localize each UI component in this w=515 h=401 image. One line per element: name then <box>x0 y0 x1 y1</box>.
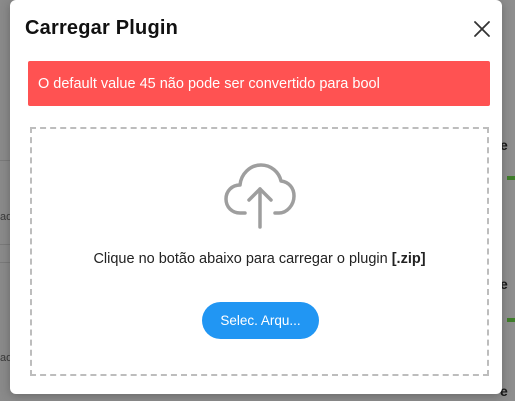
dropzone-instruction: Clique no botão abaixo para carregar o p… <box>32 251 487 267</box>
close-button[interactable] <box>472 19 492 39</box>
background-text-fragment: ad <box>0 211 10 223</box>
dropzone-instruction-text: Clique no botão abaixo para carregar o p… <box>93 251 388 267</box>
background-text-fragment: e <box>500 137 508 153</box>
select-file-button[interactable]: Selec. Arqu... <box>202 302 319 339</box>
file-extension-label: [.zip] <box>391 251 426 267</box>
cloud-upload-icon <box>224 163 296 229</box>
error-alert-message: O default value 45 não pode ser converti… <box>38 75 380 92</box>
background-left-edge <box>0 0 10 401</box>
modal-title: Carregar Plugin <box>25 17 179 39</box>
background-status-bar <box>507 176 515 180</box>
upload-plugin-modal: Carregar Plugin O default value 45 não p… <box>10 0 502 394</box>
background-divider <box>0 160 10 161</box>
background-divider <box>0 262 10 263</box>
error-alert: O default value 45 não pode ser converti… <box>28 61 490 106</box>
background-text-fragment: e <box>500 383 508 399</box>
background-text-fragment: e <box>500 276 508 292</box>
background-divider <box>0 244 10 245</box>
close-x-icon[interactable] <box>472 19 492 39</box>
background-text-fragment: ad <box>0 352 10 364</box>
background-status-bar <box>507 318 515 322</box>
background-right-edge <box>500 0 515 401</box>
file-dropzone[interactable]: Clique no botão abaixo para carregar o p… <box>30 127 489 376</box>
